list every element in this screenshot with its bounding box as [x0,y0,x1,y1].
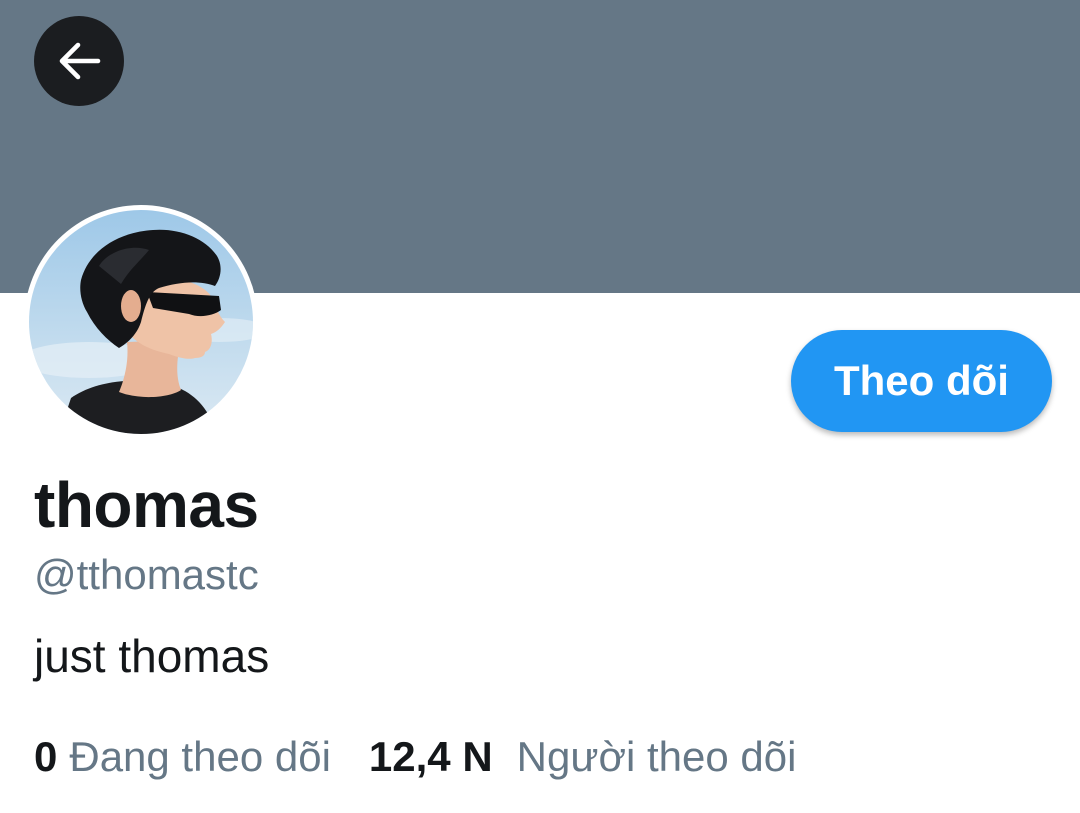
profile-bio: just thomas [34,630,270,682]
back-button[interactable] [34,16,124,106]
follow-button[interactable]: Theo dõi [791,330,1052,432]
avatar[interactable] [29,210,253,434]
followers-count: 12,4 N [368,733,493,780]
followers-stat[interactable]: 12,4 N Người theo dõi [369,730,797,784]
following-count: 0 [34,733,58,780]
arrow-left-icon [54,36,104,86]
profile-page: Theo dõi thomas @tthomastc just thomas 0… [0,0,1080,813]
display-name: thomas [34,469,259,541]
followers-label: Người theo dõi [516,733,797,780]
following-label: Đang theo dõi [69,733,331,780]
follow-stats: 0 Đang theo dõi 12,4 N Người theo dõi [34,730,796,784]
following-stat[interactable]: 0 Đang theo dõi [34,730,331,784]
username-handle: @tthomastc [34,551,259,598]
